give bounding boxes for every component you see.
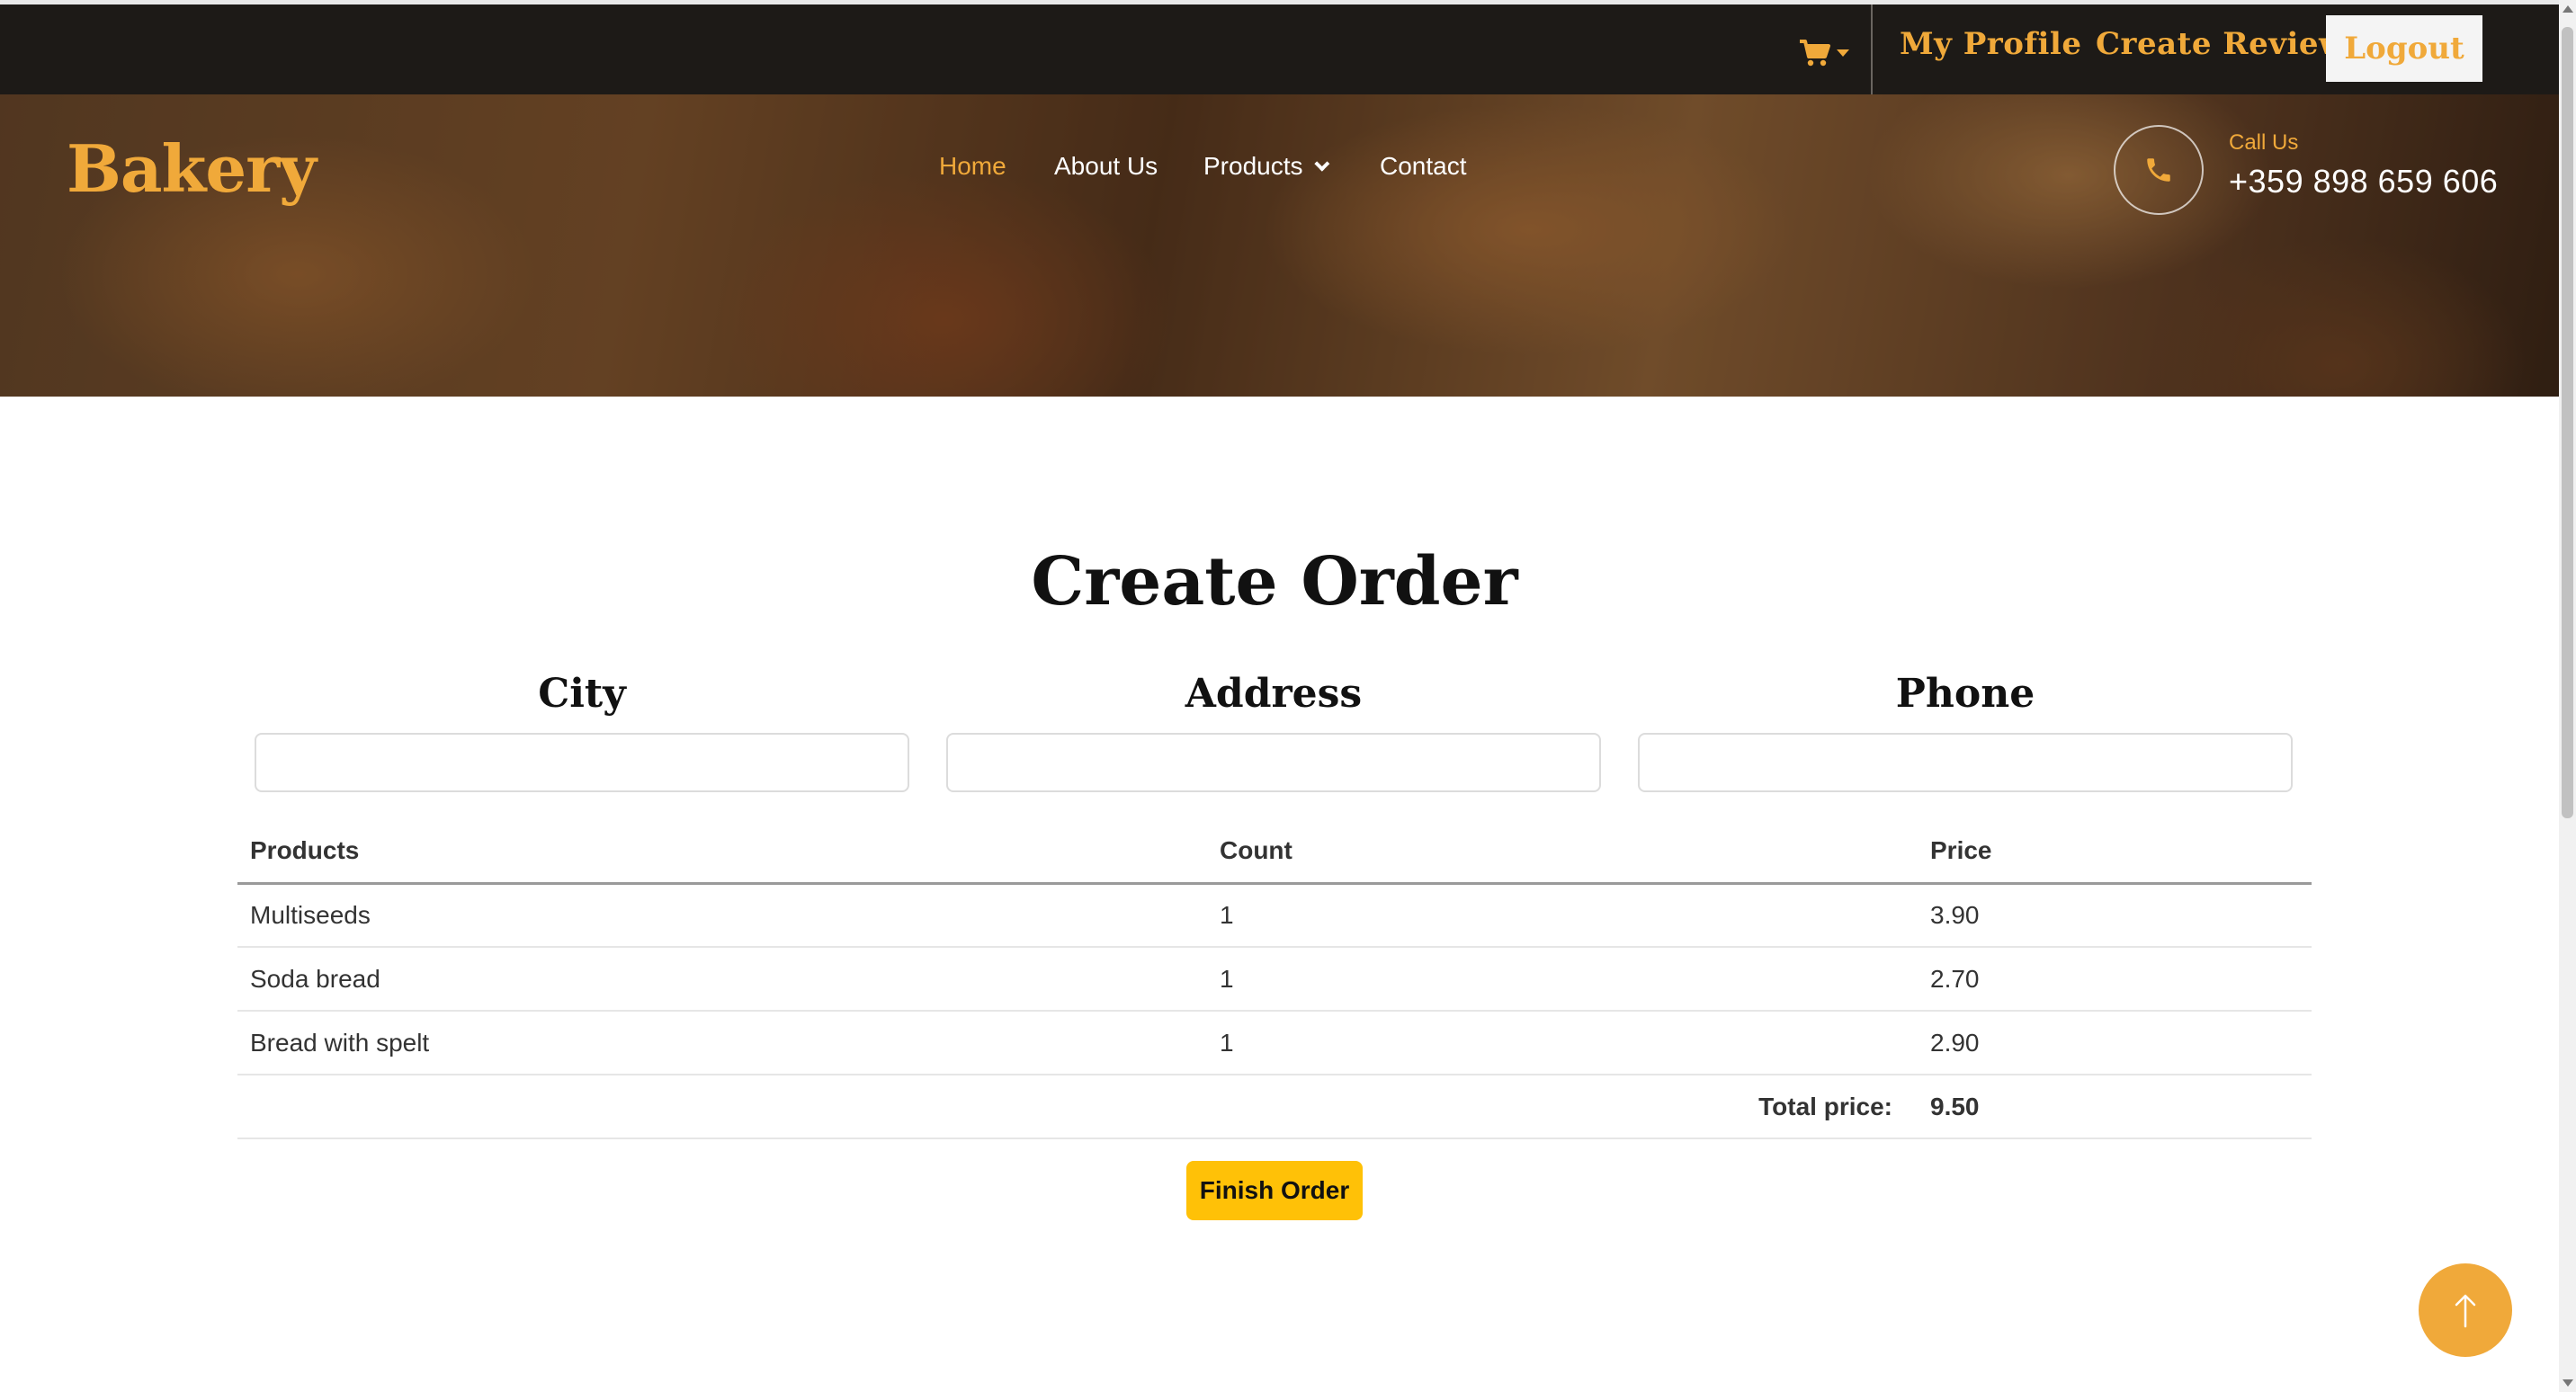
nav-home[interactable]: Home	[939, 152, 1006, 181]
product-name: Soda bread	[237, 947, 1207, 1012]
product-price: 3.90	[1918, 883, 2312, 948]
scrollbar-thumb[interactable]	[2562, 27, 2573, 818]
city-input[interactable]	[255, 733, 909, 792]
total-spacer	[237, 1075, 1207, 1139]
scroll-up-arrow-icon[interactable]	[2563, 5, 2573, 13]
shopping-cart-icon	[1800, 40, 1830, 67]
phone-input[interactable]	[1638, 733, 2293, 792]
product-count: 1	[1207, 883, 1918, 948]
divider	[1871, 4, 1873, 99]
column-header-price: Price	[1918, 820, 2312, 885]
total-row: Total price: 9.50	[237, 1075, 2312, 1139]
chevron-down-icon	[1313, 156, 1329, 172]
table-row: Multiseeds 1 3.90	[237, 883, 2312, 948]
column-header-products: Products	[237, 820, 1207, 885]
product-price: 2.70	[1918, 947, 2312, 1012]
brand-logo[interactable]: Bakery	[67, 130, 317, 207]
logout-button[interactable]: Logout	[2326, 15, 2482, 82]
nav-contact[interactable]: Contact	[1380, 152, 1467, 181]
address-input[interactable]	[946, 733, 1601, 792]
product-name: Multiseeds	[237, 883, 1207, 948]
table-header-row: Products Count Price	[237, 820, 2312, 885]
total-price-label: Total price:	[1207, 1075, 1918, 1139]
call-us-label: Call Us	[2229, 130, 2299, 155]
nav-products-label: Products	[1203, 152, 1303, 180]
page-title: Create Order	[1031, 543, 1518, 620]
phone-label: Phone	[1895, 671, 2035, 717]
address-label: Address	[1185, 671, 1363, 717]
column-header-count: Count	[1207, 820, 1918, 885]
table-row: Soda bread 1 2.70	[237, 947, 2312, 1012]
city-label: City	[538, 671, 626, 717]
my-profile-link[interactable]: My Profile	[1900, 26, 2081, 62]
phone-circle	[2114, 125, 2204, 215]
product-count: 1	[1207, 947, 1918, 1012]
product-count: 1	[1207, 1011, 1918, 1075]
caret-down-icon	[1837, 49, 1849, 57]
total-price-value: 9.50	[1918, 1075, 2312, 1139]
hero-header: Bakery Home About Us Products Contact Ca…	[0, 94, 2559, 397]
top-bar: My Profile Create Review Logout	[0, 0, 2559, 99]
create-review-link[interactable]: Create Review	[2096, 26, 2346, 62]
page-scrollbar[interactable]	[2559, 0, 2576, 1392]
product-price: 2.90	[1918, 1011, 2312, 1075]
scroll-down-arrow-icon[interactable]	[2563, 1379, 2573, 1387]
order-table: Products Count Price Multiseeds 1 3.90 S…	[237, 820, 2312, 1139]
arrow-up-icon	[2455, 1294, 2476, 1328]
nav-products[interactable]: Products	[1203, 152, 1329, 181]
finish-order-button[interactable]: Finish Order	[1186, 1161, 1363, 1220]
phone-icon	[2147, 158, 2170, 182]
table-row: Bread with spelt 1 2.90	[237, 1011, 2312, 1075]
scroll-to-top-button[interactable]	[2419, 1263, 2512, 1357]
phone-number: +359 898 659 606	[2229, 163, 2499, 200]
nav-about-us[interactable]: About Us	[1054, 152, 1158, 181]
product-name: Bread with spelt	[237, 1011, 1207, 1075]
cart-dropdown[interactable]	[1799, 31, 1853, 75]
